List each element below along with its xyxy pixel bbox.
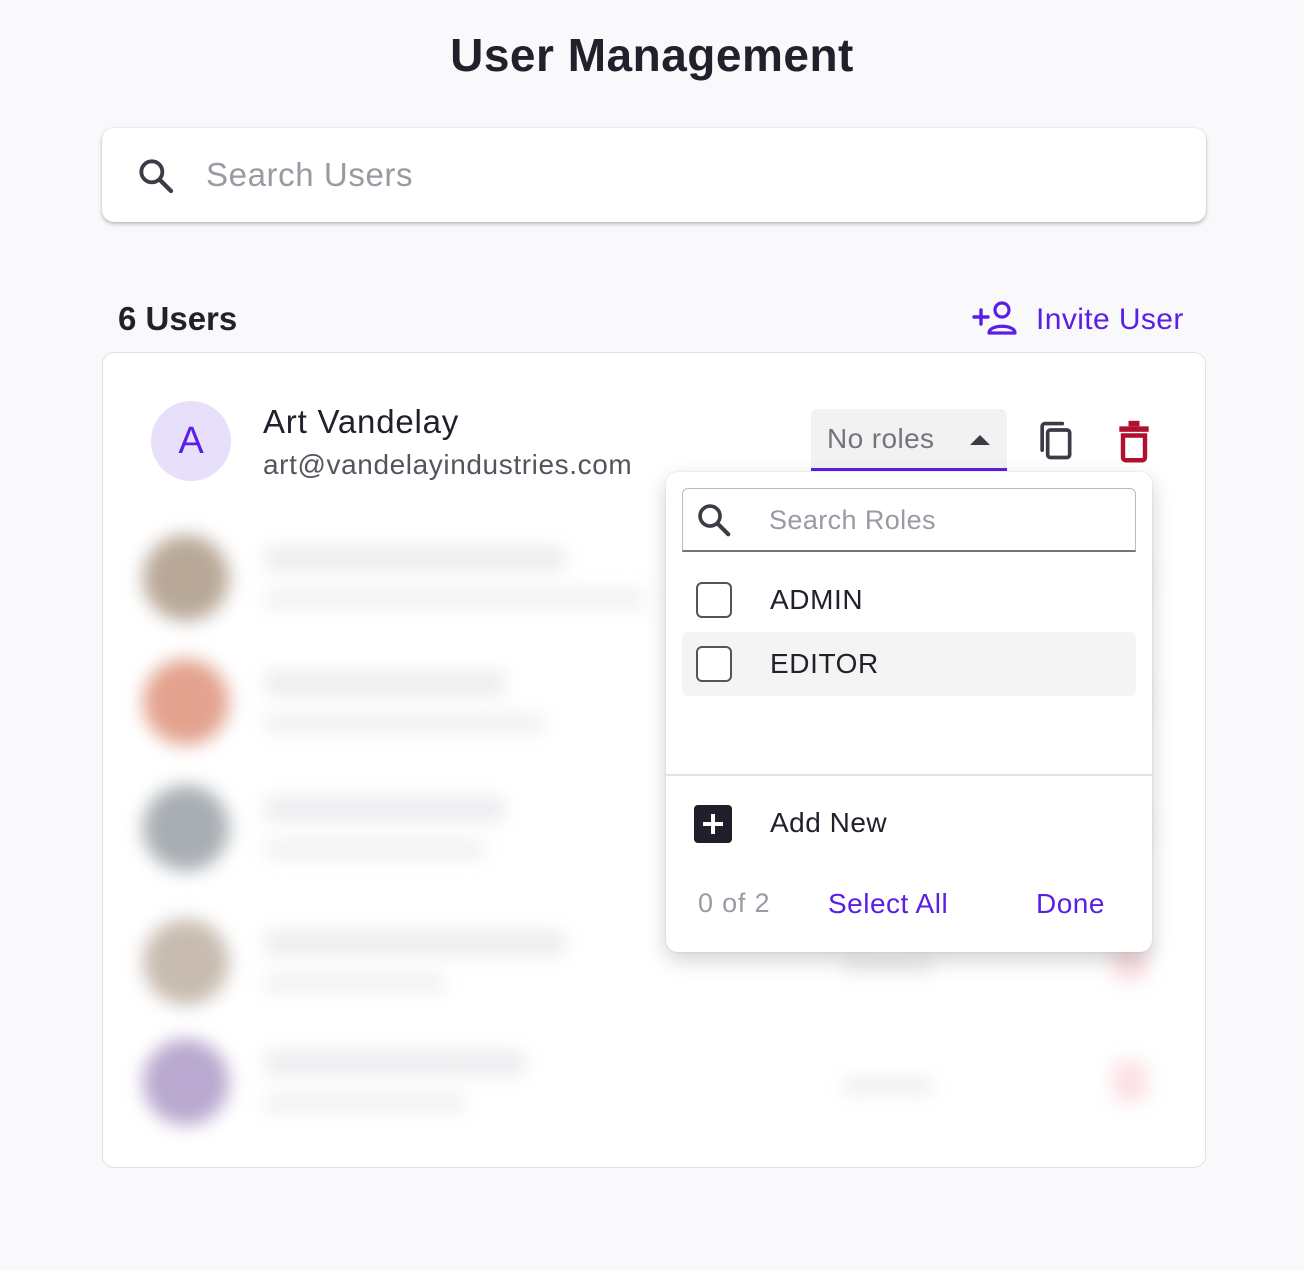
role-option-admin[interactable]: ADMIN <box>682 568 1136 632</box>
plus-icon <box>694 805 732 843</box>
blurred-user-row <box>103 1029 1205 1129</box>
avatar: A <box>151 401 231 481</box>
user-name: Art Vandelay <box>263 403 460 440</box>
roles-select[interactable]: No roles <box>811 409 1007 471</box>
avatar <box>143 659 229 745</box>
add-person-icon <box>972 300 1020 341</box>
invite-user-button[interactable]: Invite User <box>972 298 1184 342</box>
role-search-field[interactable] <box>682 488 1136 552</box>
user-email: art@vandelayindustries.com <box>263 449 633 480</box>
invite-user-label: Invite User <box>1036 303 1184 336</box>
roles-dropdown: ADMIN EDITOR Add New 0 of 2 Select All D… <box>666 472 1152 952</box>
role-checkbox[interactable] <box>696 582 732 618</box>
divider <box>666 774 1152 776</box>
select-all-button[interactable]: Select All <box>828 888 948 920</box>
caret-up-icon <box>969 433 991 452</box>
avatar <box>143 785 229 871</box>
roles-select-value: No roles <box>827 422 935 454</box>
search-icon <box>695 501 733 544</box>
search-input[interactable] <box>206 129 1166 221</box>
add-new-role-button[interactable]: Add New <box>694 804 887 844</box>
avatar <box>143 1039 229 1125</box>
users-count: 6 Users <box>118 300 238 337</box>
avatar <box>143 919 229 1005</box>
avatar <box>143 535 229 621</box>
role-checkbox[interactable] <box>696 646 732 682</box>
role-label: ADMIN <box>770 584 864 615</box>
copy-icon[interactable] <box>1033 419 1077 468</box>
add-new-label: Add New <box>770 807 888 838</box>
page-title: User Management <box>450 29 854 81</box>
role-search-input[interactable] <box>769 497 1119 543</box>
user-search-bar[interactable] <box>102 128 1206 222</box>
role-option-editor[interactable]: EDITOR <box>682 632 1136 696</box>
search-icon <box>136 156 176 201</box>
trash-icon[interactable] <box>1115 419 1153 468</box>
done-button[interactable]: Done <box>1036 888 1105 920</box>
role-label: EDITOR <box>770 648 879 679</box>
selection-count: 0 of 2 <box>698 888 771 918</box>
